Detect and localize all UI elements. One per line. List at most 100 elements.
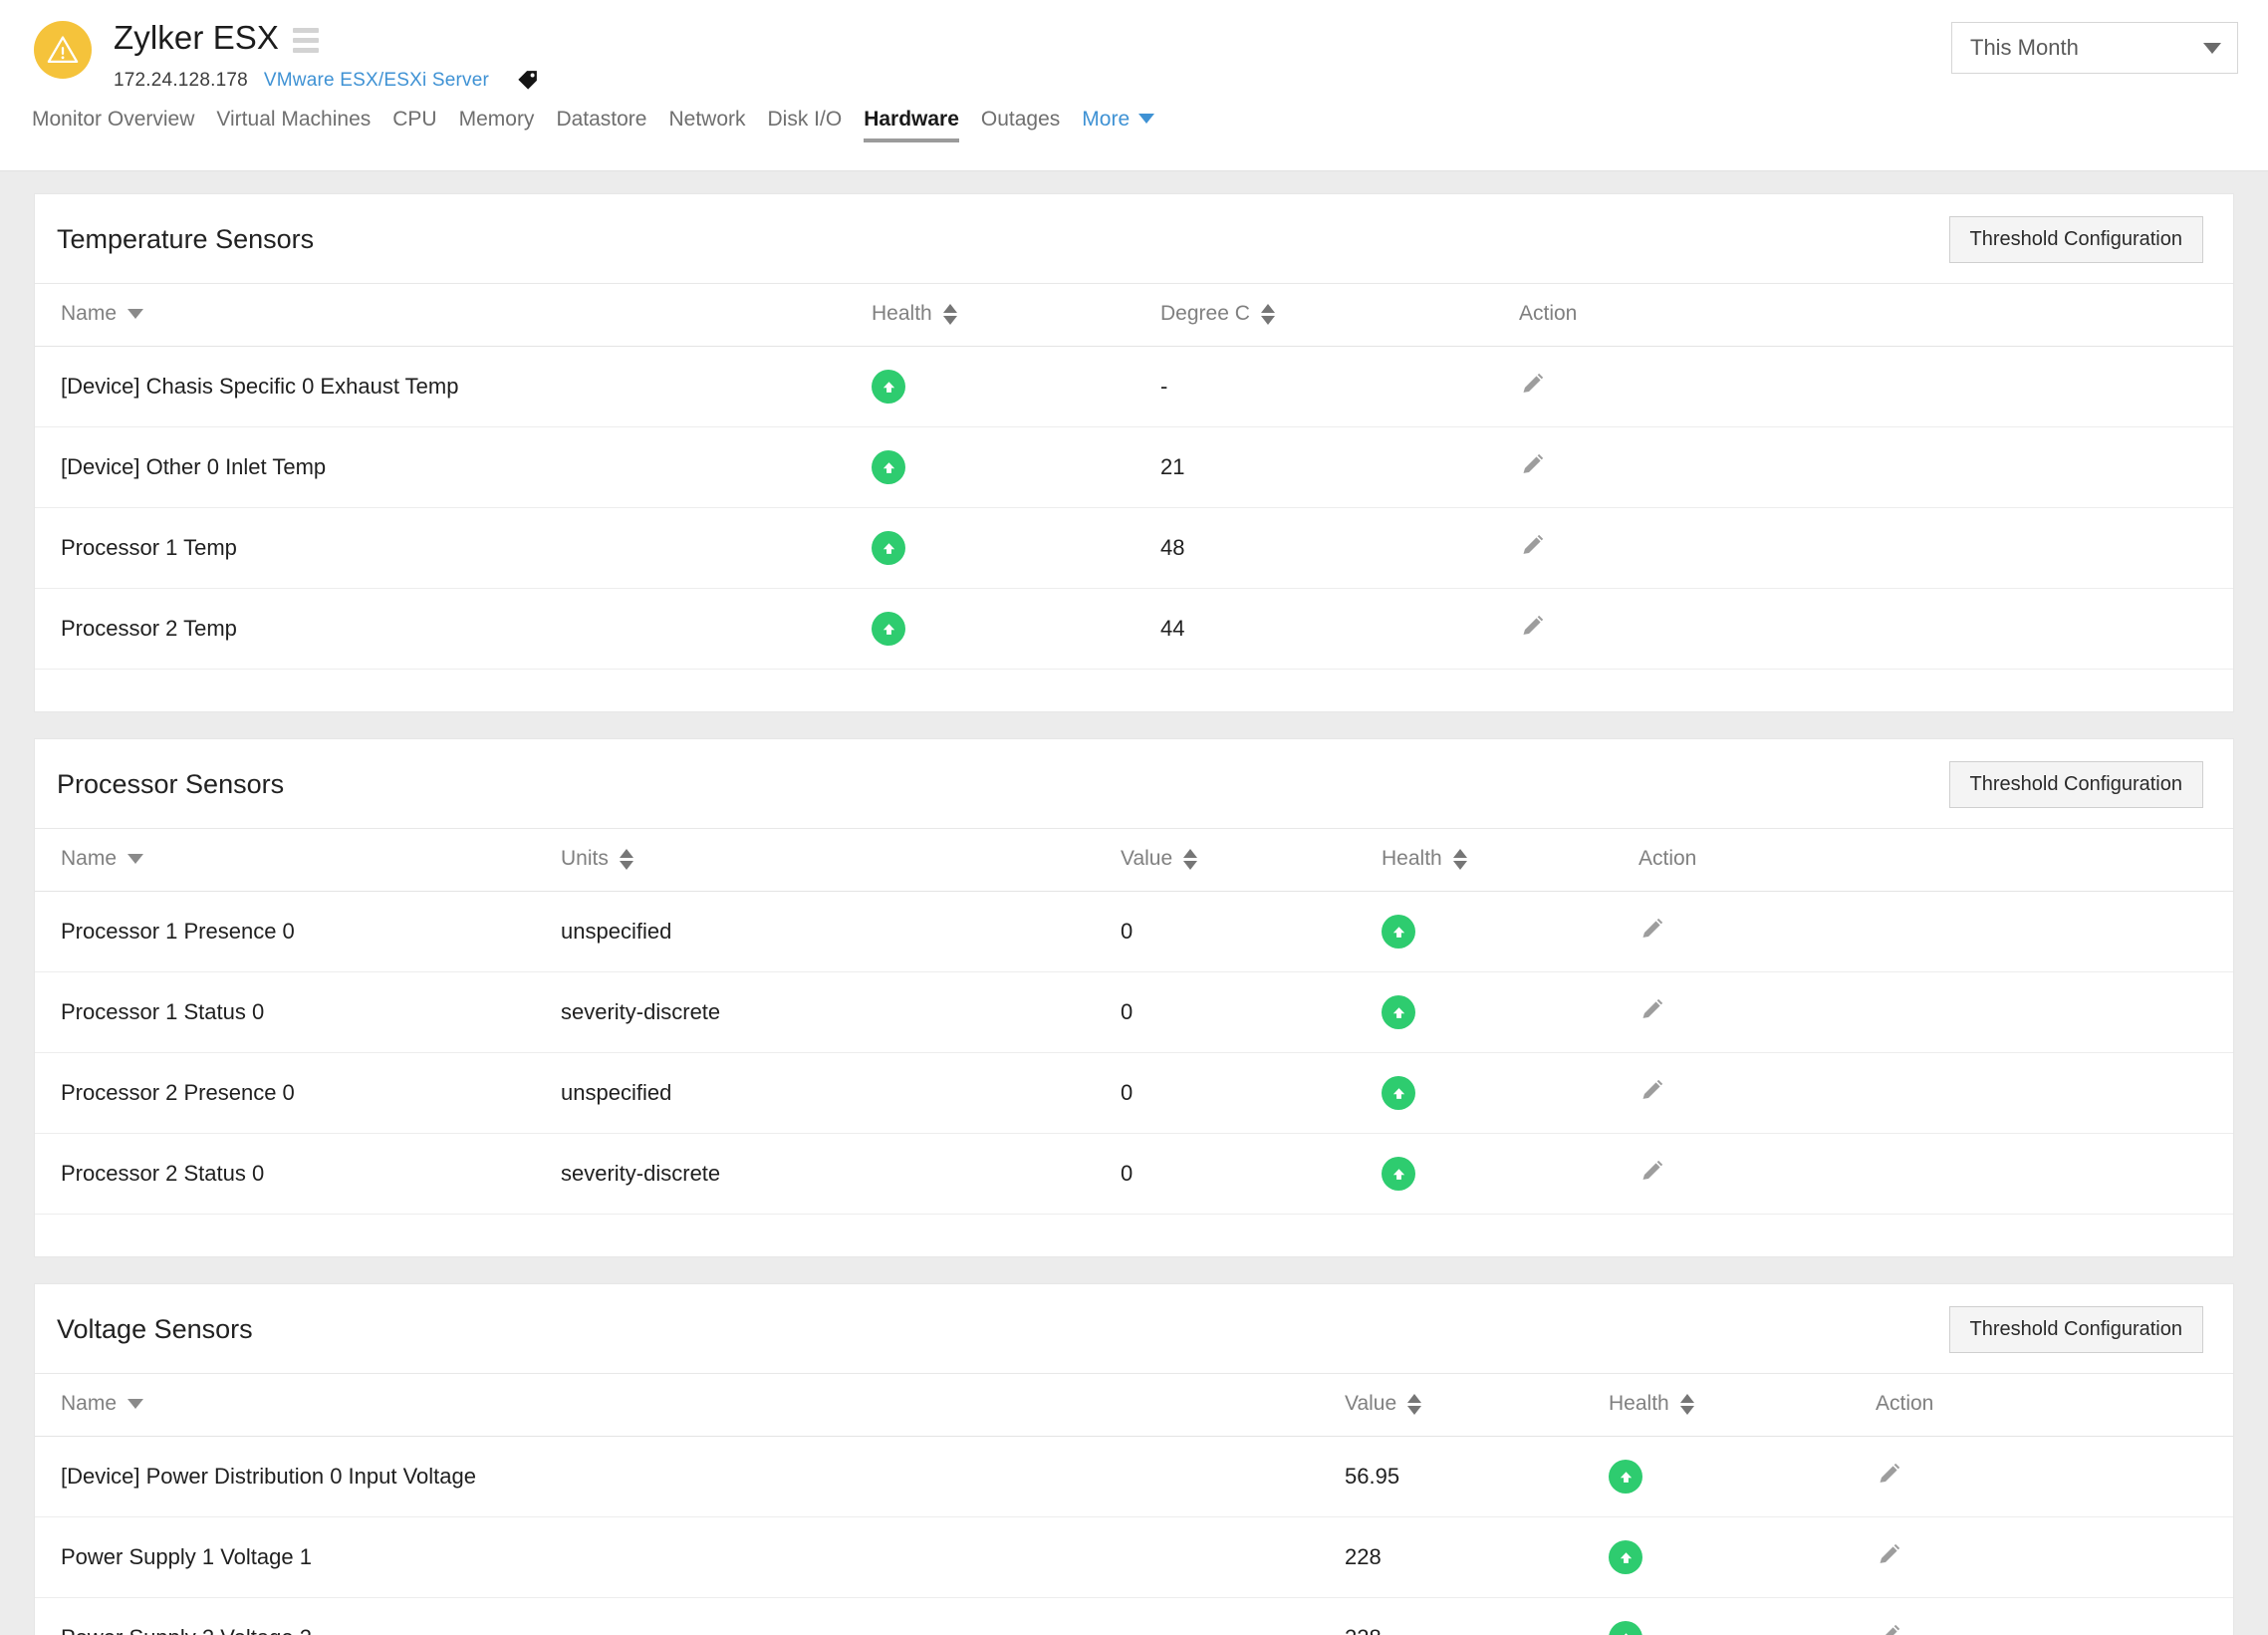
table-row: Processor 1 Temp 48 xyxy=(35,507,2233,589)
tab-network[interactable]: Network xyxy=(668,108,745,142)
th-name[interactable]: Name xyxy=(35,828,561,892)
th-health[interactable]: Health xyxy=(872,283,1160,347)
processor-sensors-table: Name Units Value Health Action Processor… xyxy=(35,828,2233,1215)
sensor-value: 228 xyxy=(1345,1516,1609,1598)
temperature-sensors-card: Temperature Sensors Threshold Configurat… xyxy=(34,193,2234,712)
pencil-icon[interactable] xyxy=(1519,532,1546,559)
sort-arrows-icon xyxy=(1452,848,1467,870)
pencil-icon[interactable] xyxy=(1519,371,1546,398)
sensor-action xyxy=(1638,1133,2233,1215)
tab-cpu[interactable]: CPU xyxy=(392,108,436,142)
th-degree-c[interactable]: Degree C xyxy=(1160,283,1519,347)
sensor-units: unspecified xyxy=(561,891,1121,972)
pencil-icon[interactable] xyxy=(1638,1158,1665,1185)
time-period-dropdown[interactable]: This Month xyxy=(1951,22,2238,74)
page-title: Zylker ESX xyxy=(114,19,280,56)
table-row: Processor 1 Status 0 severity-discrete 0 xyxy=(35,971,2233,1053)
sensor-health xyxy=(1609,1516,1876,1598)
sensor-action xyxy=(1638,891,2233,972)
th-name[interactable]: Name xyxy=(35,1373,1345,1437)
sensor-value: 0 xyxy=(1121,891,1382,972)
hamburger-menu-icon[interactable] xyxy=(293,27,320,53)
tab-more[interactable]: More xyxy=(1082,108,1155,142)
time-period-value: This Month xyxy=(1970,35,2079,60)
arrow-up-circle-icon xyxy=(872,450,905,484)
th-action-label: Action xyxy=(1876,1392,1934,1415)
voltage-threshold-configuration-button[interactable]: Threshold Configuration xyxy=(1948,1306,2203,1353)
tab-memory[interactable]: Memory xyxy=(459,108,535,142)
sensor-name: [Device] Other 0 Inlet Temp xyxy=(35,426,872,508)
sensor-action xyxy=(1876,1516,2233,1598)
tab-outages[interactable]: Outages xyxy=(981,108,1060,142)
sort-arrows-icon xyxy=(619,848,633,870)
th-health[interactable]: Health xyxy=(1382,828,1638,892)
device-title-line: Zylker ESX xyxy=(114,18,540,58)
sensor-value: 56.95 xyxy=(1345,1436,1609,1517)
pencil-icon[interactable] xyxy=(1638,916,1665,943)
arrow-up-circle-icon xyxy=(1382,915,1415,949)
chevron-down-icon xyxy=(1138,113,1155,124)
sort-arrows-icon xyxy=(1679,1393,1694,1415)
pencil-icon[interactable] xyxy=(1876,1461,1902,1488)
th-health-label: Health xyxy=(1609,1392,1669,1415)
device-header-text: Zylker ESX 172.24.128.178 VMware ESX/ESX… xyxy=(114,18,540,93)
tab-hardware[interactable]: Hardware xyxy=(864,108,959,142)
tab-monitor-overview[interactable]: Monitor Overview xyxy=(32,108,194,142)
pencil-icon[interactable] xyxy=(1876,1622,1902,1635)
tab-virtual-machines[interactable]: Virtual Machines xyxy=(216,108,371,142)
device-subtitle-line: 172.24.128.178 VMware ESX/ESXi Server xyxy=(114,68,540,93)
sensor-name: Processor 2 Presence 0 xyxy=(35,1052,561,1134)
hardware-sections: Temperature Sensors Threshold Configurat… xyxy=(0,171,2268,1635)
sort-arrows-icon xyxy=(1260,303,1275,325)
pencil-icon[interactable] xyxy=(1876,1541,1902,1568)
primary-nav-tabs: Monitor Overview Virtual Machines CPU Me… xyxy=(0,93,2268,142)
sensor-name: Power Supply 1 Voltage 1 xyxy=(35,1516,1345,1598)
hamburger-bar xyxy=(293,27,320,33)
processor-sensors-card: Processor Sensors Threshold Configuratio… xyxy=(34,738,2234,1257)
th-value[interactable]: Value xyxy=(1121,828,1382,892)
temperature-threshold-configuration-button[interactable]: Threshold Configuration xyxy=(1948,216,2203,263)
processor-table-head: Name Units Value Health Action xyxy=(35,828,2233,892)
device-type-link[interactable]: VMware ESX/ESXi Server xyxy=(264,70,489,92)
app-header: Zylker ESX 172.24.128.178 VMware ESX/ESX… xyxy=(0,0,2268,171)
chevron-down-icon xyxy=(127,309,144,319)
sensor-health xyxy=(1382,891,1638,972)
sensor-value: 0 xyxy=(1121,971,1382,1053)
sensor-health xyxy=(1382,971,1638,1053)
processor-threshold-configuration-button[interactable]: Threshold Configuration xyxy=(1948,761,2203,808)
card-bottom-spacer xyxy=(35,670,2233,711)
sensor-degree-c: 44 xyxy=(1160,588,1519,670)
sort-arrows-icon xyxy=(1183,848,1198,870)
arrow-up-circle-icon xyxy=(1609,1460,1642,1494)
pencil-icon[interactable] xyxy=(1638,1077,1665,1104)
th-value[interactable]: Value xyxy=(1345,1373,1609,1437)
sensor-name: Processor 1 Status 0 xyxy=(35,971,561,1053)
device-ip-address: 172.24.128.178 xyxy=(114,69,248,91)
chevron-down-icon xyxy=(127,854,144,864)
sensor-value: 0 xyxy=(1121,1133,1382,1215)
table-row: Processor 2 Presence 0 unspecified 0 xyxy=(35,1052,2233,1134)
sensor-name: Processor 2 Status 0 xyxy=(35,1133,561,1215)
processor-card-header: Processor Sensors Threshold Configuratio… xyxy=(35,739,2233,828)
hamburger-bar xyxy=(293,47,320,53)
sensor-action xyxy=(1638,971,2233,1053)
pencil-icon[interactable] xyxy=(1519,613,1546,640)
processor-section-title: Processor Sensors xyxy=(57,769,285,799)
arrow-up-circle-icon xyxy=(1609,1540,1642,1574)
sensor-units: severity-discrete xyxy=(561,971,1121,1053)
tab-disk-io[interactable]: Disk I/O xyxy=(768,108,843,142)
tag-icon[interactable] xyxy=(515,68,540,93)
tab-datastore[interactable]: Datastore xyxy=(556,108,646,142)
pencil-icon[interactable] xyxy=(1519,451,1546,478)
th-name-label: Name xyxy=(61,1392,118,1415)
th-name[interactable]: Name xyxy=(35,283,872,347)
voltage-table-head: Name Value Health Action xyxy=(35,1373,2233,1437)
th-units-label: Units xyxy=(561,847,609,870)
voltage-table-body: [Device] Power Distribution 0 Input Volt… xyxy=(35,1436,2233,1635)
th-name-label: Name xyxy=(61,302,118,325)
th-units[interactable]: Units xyxy=(561,828,1121,892)
th-action-label: Action xyxy=(1519,302,1578,325)
sensor-action xyxy=(1519,588,2233,670)
pencil-icon[interactable] xyxy=(1638,996,1665,1023)
th-health[interactable]: Health xyxy=(1609,1373,1876,1437)
